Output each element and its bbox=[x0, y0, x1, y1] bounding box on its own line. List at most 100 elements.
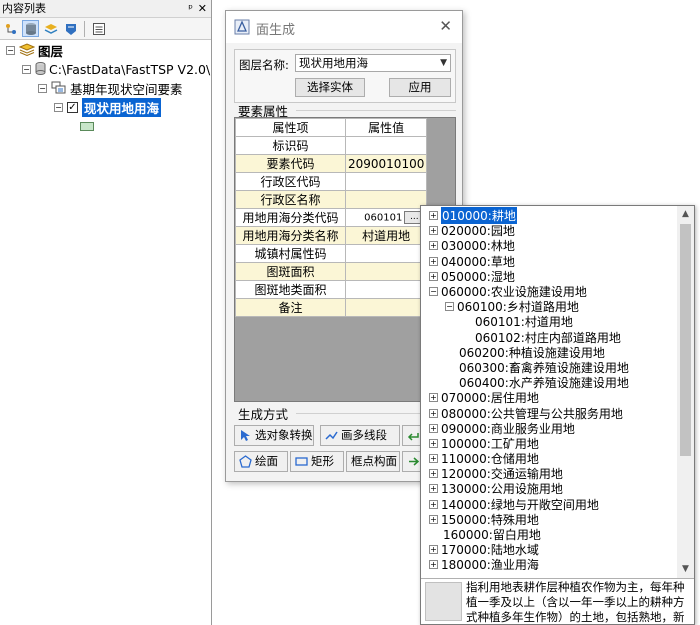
chevron-down-icon[interactable]: ▼ bbox=[440, 55, 447, 71]
list-item[interactable]: 060102:村庄内部道路用地 bbox=[421, 330, 678, 345]
list-item[interactable]: 060400:水产养殖设施建设用地 bbox=[421, 375, 678, 390]
list-item[interactable]: +040000:草地 bbox=[421, 254, 678, 269]
expand-icon[interactable]: + bbox=[429, 423, 438, 433]
table-row[interactable]: 用地用海分类名称 村道用地 bbox=[235, 226, 428, 245]
close-icon[interactable]: ✕ bbox=[439, 17, 452, 35]
tree-group-row[interactable]: − 基期年现状空间要素 bbox=[0, 79, 211, 98]
collapse-icon[interactable]: − bbox=[6, 46, 15, 55]
table-row[interactable]: 行政区代码 bbox=[235, 172, 428, 191]
expand-icon[interactable]: + bbox=[429, 469, 438, 479]
list-item[interactable]: +050000:湿地 bbox=[421, 269, 678, 284]
attr-value-editing[interactable]: 060101... bbox=[344, 208, 428, 227]
expand-icon[interactable]: + bbox=[429, 241, 438, 251]
list-by-selection-icon[interactable] bbox=[62, 20, 79, 37]
legend-swatch bbox=[80, 122, 94, 131]
collapse-icon[interactable]: − bbox=[22, 65, 31, 74]
list-item[interactable]: 060101:村道用地 bbox=[421, 314, 678, 329]
convert-object-button[interactable]: 选对象转换 bbox=[234, 425, 314, 446]
expand-icon[interactable]: + bbox=[429, 454, 438, 464]
options-icon[interactable] bbox=[90, 20, 107, 37]
list-item[interactable]: +010000:耕地 bbox=[421, 207, 678, 225]
list-item[interactable]: +080000:公共管理与公共服务用地 bbox=[421, 405, 678, 421]
list-item[interactable]: −060000:农业设施建设用地 bbox=[421, 284, 678, 299]
expand-icon[interactable]: + bbox=[429, 514, 438, 524]
expand-icon[interactable]: + bbox=[429, 545, 438, 555]
attr-value[interactable] bbox=[344, 172, 428, 191]
list-item[interactable]: +140000:绿地与开敞空间用地 bbox=[421, 497, 678, 512]
list-item[interactable]: +110000:仓储用地 bbox=[421, 451, 678, 466]
list-item[interactable]: 060200:种植设施建设用地 bbox=[421, 345, 678, 360]
expand-icon[interactable]: + bbox=[429, 256, 438, 266]
collapse-icon[interactable]: − bbox=[38, 84, 47, 93]
tree-db-row[interactable]: − C:\FastData\FastTSP V2.0\ bbox=[0, 60, 211, 79]
layer-visibility-checkbox[interactable]: ✓ bbox=[67, 102, 78, 113]
db-path-label: C:\FastData\FastTSP V2.0\ bbox=[49, 62, 211, 77]
list-item[interactable]: +150000:特殊用地 bbox=[421, 512, 678, 527]
scroll-thumb[interactable] bbox=[680, 224, 691, 456]
list-item[interactable]: +090000:商业服务业用地 bbox=[421, 421, 678, 436]
layer-name-combo[interactable]: 现状用地用海 ▼ bbox=[295, 54, 451, 72]
table-row[interactable]: 要素代码 2090010100 bbox=[235, 154, 428, 173]
list-item[interactable]: +030000:林地 bbox=[421, 238, 678, 253]
list-item[interactable]: +170000:陆地水域 bbox=[421, 542, 678, 557]
list-by-source-icon[interactable] bbox=[22, 20, 39, 37]
list-item[interactable]: +130000:公用设施用地 bbox=[421, 481, 678, 496]
attr-value[interactable] bbox=[344, 190, 428, 209]
list-item[interactable]: +180000:渔业用海 bbox=[421, 557, 678, 572]
close-icon[interactable]: ✕ bbox=[198, 0, 207, 18]
draw-polyline-button[interactable]: 画多线段 bbox=[320, 425, 400, 446]
table-row[interactable]: 城镇村属性码 bbox=[235, 244, 428, 263]
attr-value[interactable] bbox=[344, 262, 428, 281]
expand-icon[interactable]: + bbox=[429, 226, 438, 236]
rectangle-button[interactable]: 矩形 bbox=[290, 451, 344, 472]
scroll-up-icon[interactable]: ▲ bbox=[677, 206, 694, 223]
tree-root-row[interactable]: − 图层 bbox=[0, 41, 211, 60]
vertex-polygon-button[interactable]: 框点构面 bbox=[346, 451, 400, 472]
land-class-dropdown: +010000:耕地 +020000:园地 +030000:林地 +040000:草地… bbox=[420, 205, 695, 625]
apply-button[interactable]: 应用 bbox=[389, 78, 451, 97]
list-item[interactable]: +020000:园地 bbox=[421, 223, 678, 238]
scroll-down-icon[interactable]: ▼ bbox=[677, 561, 694, 578]
panel-titlebar: 内容列表 ᵖ ✕ bbox=[0, 0, 211, 18]
table-row[interactable]: 标识码 bbox=[235, 136, 428, 155]
collapse-icon[interactable]: − bbox=[54, 103, 63, 112]
table-row[interactable]: 行政区名称 bbox=[235, 190, 428, 209]
expand-icon[interactable]: + bbox=[429, 499, 438, 509]
collapse-icon[interactable]: − bbox=[429, 287, 438, 297]
list-item[interactable]: +120000:交通运输用地 bbox=[421, 466, 678, 481]
table-row[interactable]: 备注 bbox=[235, 298, 428, 317]
tree-layer-row[interactable]: − ✓ 现状用地用海 bbox=[0, 98, 211, 117]
scrollbar[interactable]: ▲ ▼ bbox=[677, 206, 694, 578]
expand-icon[interactable]: + bbox=[429, 271, 438, 281]
table-row[interactable]: 用地用海分类代码 060101... bbox=[235, 208, 428, 227]
list-item[interactable]: −060100:乡村道路用地 bbox=[421, 299, 678, 314]
layer-label[interactable]: 现状用地用海 bbox=[82, 98, 162, 117]
select-entity-button[interactable]: 选择实体 bbox=[295, 78, 365, 97]
list-by-drawing-order-icon[interactable] bbox=[2, 20, 19, 37]
collapse-icon[interactable]: − bbox=[445, 302, 454, 312]
pin-icon[interactable]: ᵖ bbox=[188, 0, 193, 18]
attr-value[interactable] bbox=[344, 298, 428, 317]
expand-icon[interactable]: + bbox=[429, 408, 438, 418]
table-row[interactable]: 图斑面积 bbox=[235, 262, 428, 281]
expand-icon[interactable]: + bbox=[429, 211, 438, 221]
attr-value[interactable] bbox=[344, 244, 428, 263]
attr-value[interactable]: 2090010100 bbox=[344, 154, 428, 173]
list-item[interactable]: 160000:留白用地 bbox=[421, 527, 678, 542]
list-item[interactable]: 060300:畜禽养殖设施建设用地 bbox=[421, 360, 678, 375]
expand-icon[interactable]: + bbox=[429, 484, 438, 494]
expand-icon[interactable]: + bbox=[429, 393, 438, 403]
attr-value[interactable] bbox=[344, 280, 428, 299]
list-item[interactable]: +100000:工矿用地 bbox=[421, 436, 678, 451]
attr-value[interactable]: 村道用地 bbox=[344, 226, 428, 245]
class-description: 指利用地表耕作层种植农作物为主，每年种植一季及以上（含以一年一季以上的耕种方式种… bbox=[466, 580, 685, 624]
expand-icon[interactable]: + bbox=[429, 438, 438, 448]
land-class-tree: +010000:耕地 +020000:园地 +030000:林地 +040000:草地… bbox=[421, 207, 678, 573]
layers-icon bbox=[18, 42, 36, 59]
list-item[interactable]: +070000:居住用地 bbox=[421, 390, 678, 405]
table-row[interactable]: 图斑地类面积 bbox=[235, 280, 428, 299]
expand-icon[interactable]: + bbox=[429, 560, 438, 570]
attr-value[interactable] bbox=[344, 136, 428, 155]
list-by-visibility-icon[interactable] bbox=[42, 20, 59, 37]
draw-polygon-button[interactable]: 绘面 bbox=[234, 451, 288, 472]
